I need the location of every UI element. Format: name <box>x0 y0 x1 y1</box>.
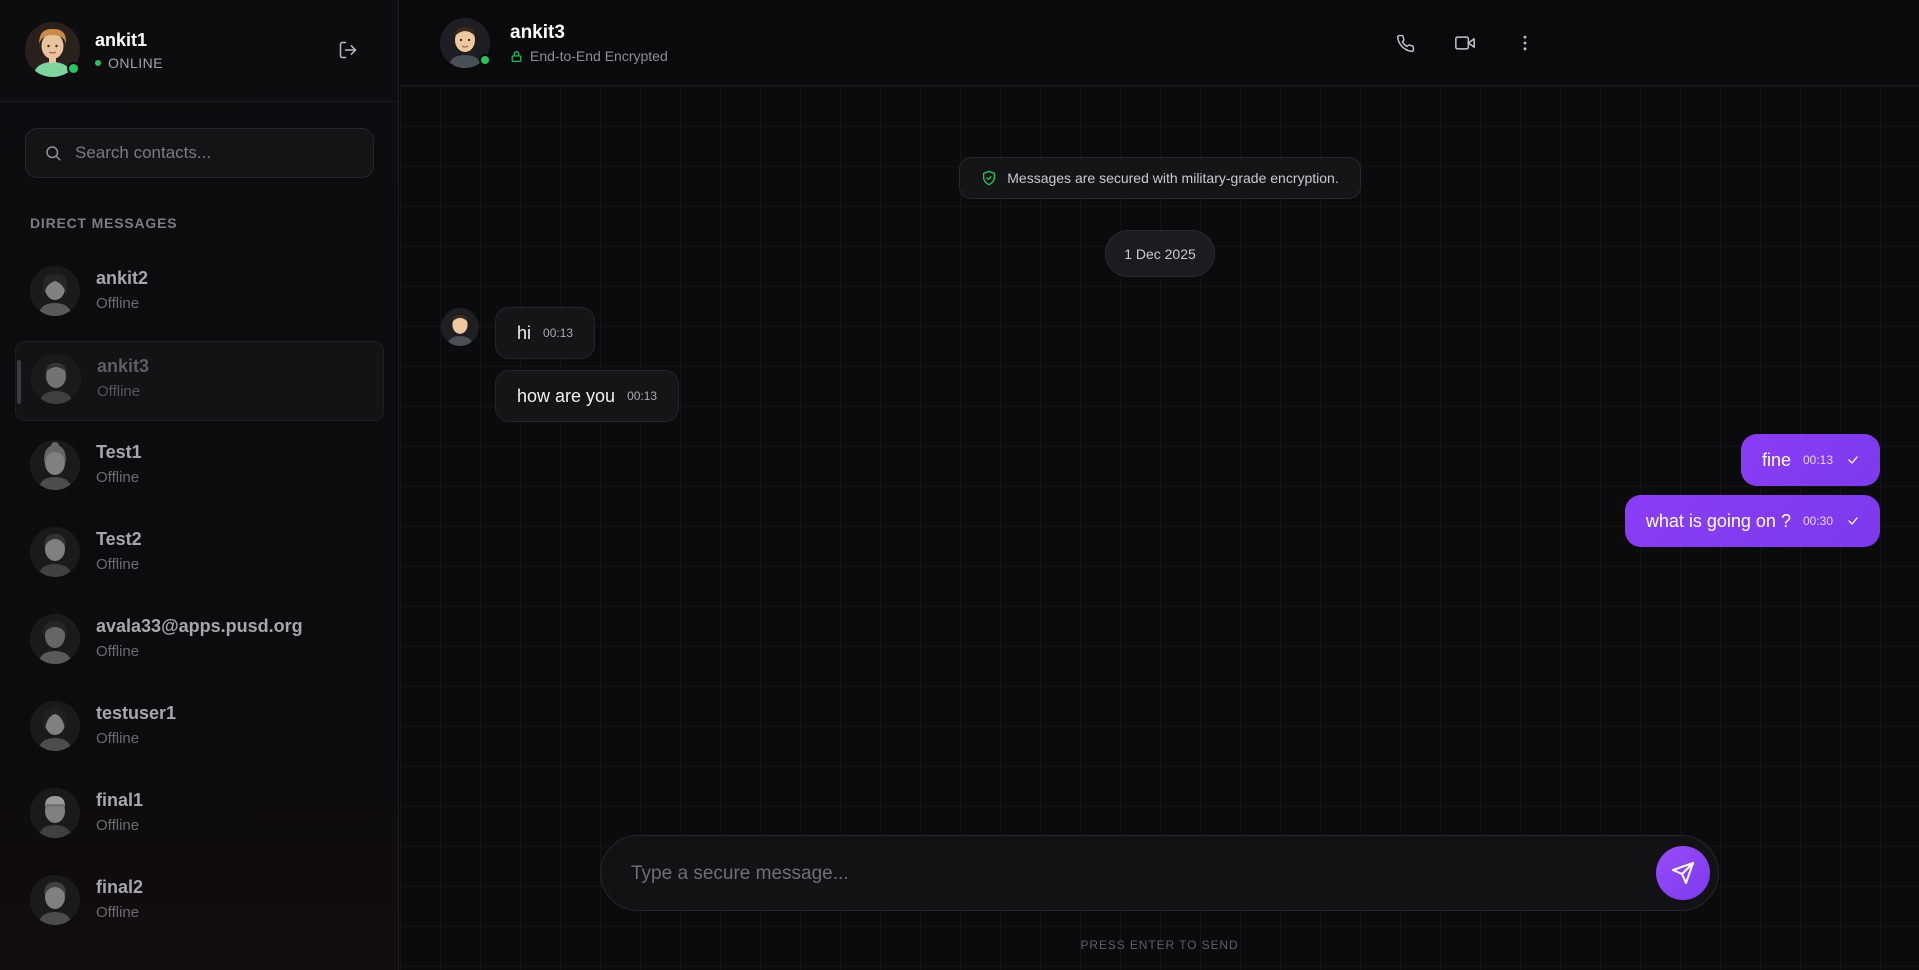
message-time: 00:13 <box>1802 453 1833 467</box>
message-time: 00:30 <box>1802 514 1833 528</box>
encryption-banner-text: Messages are secured with military-grade… <box>1007 170 1339 186</box>
chat-header: ankit3 End-to-End Encrypted <box>400 0 1919 86</box>
encryption-status-text: End-to-End Encrypted <box>530 48 668 64</box>
avatar-illustration <box>30 614 80 664</box>
contact-item-final1[interactable]: final1 Offline <box>15 776 384 856</box>
contact-item-test1[interactable]: Test1 Offline <box>15 428 384 508</box>
contact-status: Offline <box>97 383 141 400</box>
status-dot-icon <box>95 60 101 66</box>
contact-name: Test1 <box>96 442 142 462</box>
avatar-illustration <box>30 440 80 490</box>
avatar <box>30 701 80 751</box>
avatar <box>30 788 80 838</box>
contact-item-test2[interactable]: Test2 Offline <box>15 515 384 595</box>
current-user-status: ONLINE <box>95 55 163 71</box>
search-input[interactable] <box>75 143 355 163</box>
message-bubble-outgoing[interactable]: what is going on ? 00:30 <box>1624 495 1880 547</box>
avatar <box>31 354 81 404</box>
contact-status: Offline <box>96 643 140 660</box>
peer-name: ankit3 <box>510 22 565 43</box>
contact-item-avala33[interactable]: avala33@apps.pusd.org Offline <box>15 602 384 682</box>
online-indicator <box>67 62 80 75</box>
encryption-status: End-to-End Encrypted <box>510 48 668 64</box>
video-call-button[interactable] <box>1453 31 1477 55</box>
contact-status: Offline <box>96 904 140 921</box>
avatar-illustration <box>30 788 80 838</box>
contact-item-testuser1[interactable]: testuser1 Offline <box>15 689 384 769</box>
contact-name: ankit2 <box>96 268 149 288</box>
contact-status: Offline <box>96 817 140 834</box>
lock-icon <box>511 50 522 62</box>
check-icon <box>1848 456 1858 464</box>
contact-list: ankit2 Offline ankit3 Offline Test1 Offl… <box>0 254 399 950</box>
search-box <box>25 128 374 178</box>
message-time: 00:13 <box>543 326 574 340</box>
message-text: what is going on ? <box>1645 510 1791 531</box>
contact-name: final1 <box>96 790 144 810</box>
contact-name: ankit3 <box>97 356 150 376</box>
phone-icon <box>1396 34 1414 52</box>
video-icon <box>1455 36 1475 50</box>
encryption-banner: Messages are secured with military-grade… <box>959 157 1361 199</box>
contact-status: Offline <box>96 556 140 573</box>
message-composer <box>600 835 1719 911</box>
contact-status: Offline <box>96 730 140 747</box>
contact-item-ankit3[interactable]: ankit3 Offline <box>15 341 384 421</box>
message-text: hi <box>517 322 532 343</box>
avatar <box>30 875 80 925</box>
avatar-illustration <box>30 701 80 751</box>
contact-status: Offline <box>96 295 140 312</box>
date-separator: 1 Dec 2025 <box>1105 230 1215 277</box>
avatar <box>30 440 80 490</box>
contact-name: avala33@apps.pusd.org <box>96 616 303 636</box>
online-indicator <box>479 54 491 66</box>
message-text: fine <box>1761 449 1791 470</box>
avatar-illustration <box>441 308 479 346</box>
shield-check-icon <box>983 170 996 186</box>
contact-name: testuser1 <box>96 703 177 723</box>
contact-status: Offline <box>96 469 140 486</box>
logout-button[interactable] <box>336 38 360 62</box>
voice-call-button[interactable] <box>1393 31 1417 55</box>
peer-avatar[interactable] <box>440 18 491 68</box>
message-text: how are you <box>517 385 616 406</box>
current-user-status-text: ONLINE <box>108 55 164 71</box>
message-time: 00:13 <box>627 389 658 403</box>
avatar <box>30 614 80 664</box>
current-user-header: ankit1 ONLINE <box>0 0 399 102</box>
current-user-name: ankit1 <box>95 30 148 50</box>
message-bubble-outgoing[interactable]: fine 00:13 <box>1740 434 1880 486</box>
avatar <box>30 527 80 577</box>
contact-name: final2 <box>96 877 144 897</box>
contact-item-ankit2[interactable]: ankit2 Offline <box>15 254 384 334</box>
avatar-illustration <box>30 266 80 316</box>
sidebar: ankit1 ONLINE DIRECT MESSAGES <box>0 0 399 970</box>
message-bubble-incoming[interactable]: how are you 00:13 <box>495 370 680 422</box>
avatar-illustration <box>31 354 81 404</box>
more-options-button[interactable] <box>1513 31 1537 55</box>
message-bubble-incoming[interactable]: hi 00:13 <box>495 307 596 359</box>
send-button[interactable] <box>1656 846 1710 900</box>
section-label-direct-messages: DIRECT MESSAGES <box>30 215 178 231</box>
current-user-avatar[interactable] <box>25 22 80 77</box>
search-icon <box>46 146 61 161</box>
check-icon <box>1848 517 1858 525</box>
logout-icon <box>339 41 357 59</box>
message-sender-avatar <box>441 308 479 346</box>
contact-name: Test2 <box>96 529 142 549</box>
contact-item-final2[interactable]: final2 Offline <box>15 863 384 943</box>
send-icon <box>1672 862 1694 884</box>
more-vertical-icon <box>1523 35 1527 51</box>
avatar <box>30 266 80 316</box>
avatar-illustration <box>30 875 80 925</box>
composer-hint: PRESS ENTER TO SEND <box>1080 938 1239 952</box>
avatar-illustration <box>30 527 80 577</box>
chat-panel: ankit3 End-to-End Encrypted Messages are… <box>400 0 1919 970</box>
message-input[interactable] <box>631 860 1611 888</box>
